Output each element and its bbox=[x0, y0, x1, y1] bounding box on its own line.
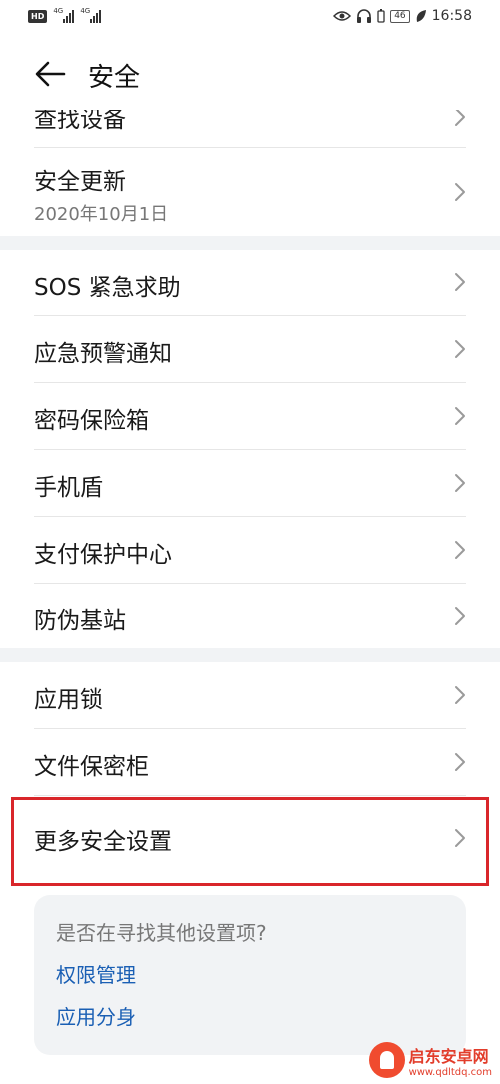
back-arrow-icon[interactable] bbox=[34, 60, 66, 88]
list-item-label: 文件保密柜 bbox=[34, 754, 149, 780]
chevron-right-icon bbox=[455, 407, 465, 425]
link-app-twin[interactable]: 应用分身 bbox=[56, 1001, 136, 1030]
list-item-subtitle: 2020年10月1日 bbox=[34, 204, 169, 225]
list-item-label: 安全更新 bbox=[34, 169, 126, 195]
chevron-right-icon bbox=[455, 183, 465, 201]
leaf-icon bbox=[416, 10, 426, 22]
section-gap bbox=[0, 236, 500, 250]
list-item-label: 更多安全设置 bbox=[34, 829, 172, 855]
status-bar: HD 4G 4G 46 16:58 bbox=[0, 0, 500, 36]
section-gap bbox=[0, 648, 500, 662]
chevron-right-icon bbox=[455, 753, 465, 771]
list-item-label: 支付保护中心 bbox=[34, 542, 172, 568]
chevron-right-icon bbox=[455, 686, 465, 704]
chevron-right-icon bbox=[455, 541, 465, 559]
network-type: 4G bbox=[80, 7, 91, 15]
status-right: 46 16:58 bbox=[333, 8, 472, 24]
status-left: HD 4G 4G bbox=[28, 7, 102, 23]
list-item-emergency-alerts[interactable]: 应急预警通知 bbox=[0, 316, 500, 382]
chevron-right-icon bbox=[455, 273, 465, 291]
eye-icon bbox=[333, 11, 352, 21]
list-item-label: 防伪基站 bbox=[34, 608, 126, 634]
signal-icon: 4G bbox=[53, 7, 75, 23]
list-item-file-safe[interactable]: 文件保密柜 bbox=[0, 729, 500, 795]
app-bar: 安全 bbox=[0, 40, 500, 110]
chevron-right-icon bbox=[455, 607, 465, 625]
list-item-label: 密码保险箱 bbox=[34, 408, 149, 434]
link-permission-management[interactable]: 权限管理 bbox=[56, 959, 136, 988]
related-settings-card: 是否在寻找其他设置项? 权限管理 应用分身 bbox=[34, 895, 466, 1055]
list-item-more-security-settings[interactable]: 更多安全设置 bbox=[0, 800, 500, 882]
battery-level: 46 bbox=[390, 9, 410, 23]
watermark-text: 启东安卓网 www.qdltdq.com bbox=[409, 1043, 492, 1078]
list-item-label: 应急预警通知 bbox=[34, 341, 172, 367]
list-item-label: SOS 紧急求助 bbox=[34, 275, 181, 301]
chevron-right-icon bbox=[455, 829, 465, 847]
list-item-label: 手机盾 bbox=[34, 475, 103, 501]
watermark-name: 启东安卓网 bbox=[408, 1046, 489, 1066]
divider bbox=[34, 795, 466, 796]
list-item-label: 应用锁 bbox=[34, 687, 103, 713]
list-item-sos[interactable]: SOS 紧急求助 bbox=[0, 250, 500, 315]
list-item-payment-protection[interactable]: 支付保护中心 bbox=[0, 517, 500, 583]
hd-badge: HD bbox=[28, 9, 48, 23]
signal-icon: 4G bbox=[80, 7, 102, 23]
list-item-pseudo-base-station[interactable]: 防伪基站 bbox=[0, 584, 500, 648]
battery-saver-icon bbox=[377, 9, 385, 23]
chevron-right-icon bbox=[455, 108, 465, 126]
chevron-right-icon bbox=[455, 340, 465, 358]
list-item-security-update[interactable]: 安全更新 2020年10月1日 bbox=[0, 148, 500, 236]
chevron-right-icon bbox=[455, 474, 465, 492]
network-type: 4G bbox=[53, 7, 64, 15]
watermark: 启东安卓网 www.qdltdq.com bbox=[368, 1042, 492, 1078]
list-item-phone-shield[interactable]: 手机盾 bbox=[0, 450, 500, 516]
page-title: 安全 bbox=[88, 63, 141, 93]
watermark-url: www.qdltdq.com bbox=[408, 1066, 492, 1078]
list-item-password-vault[interactable]: 密码保险箱 bbox=[0, 383, 500, 449]
hint-question: 是否在寻找其他设置项? bbox=[56, 921, 267, 945]
clock: 16:58 bbox=[431, 8, 472, 24]
headphones-icon bbox=[357, 9, 372, 23]
watermark-logo-icon bbox=[368, 1042, 405, 1078]
list-item-app-lock[interactable]: 应用锁 bbox=[0, 662, 500, 728]
